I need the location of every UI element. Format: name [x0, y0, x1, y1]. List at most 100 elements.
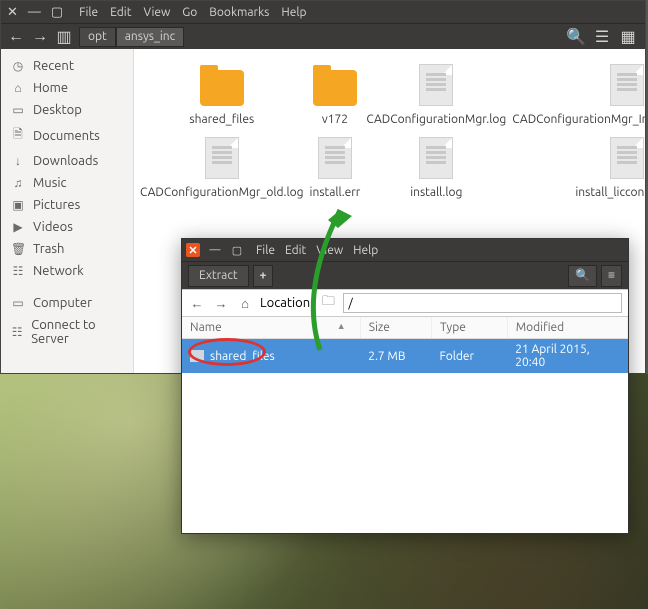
titlebar: ✕ — ▢ File Edit View Go Bookmarks Help — [1, 1, 645, 23]
location-label: Location: — [260, 296, 313, 310]
minimize-icon[interactable]: — — [208, 243, 222, 257]
location-input[interactable] — [343, 293, 622, 313]
menu-file[interactable]: File — [256, 244, 275, 257]
file-icon — [419, 64, 453, 106]
sidebar-item-computer[interactable]: ▭ Computer — [1, 292, 133, 314]
file-item[interactable]: CADConfigurationMgr.log — [364, 59, 508, 128]
cell-modified: 21 April 2015, 20:40 — [507, 339, 627, 374]
menu-view[interactable]: View — [316, 244, 343, 257]
maximize-icon[interactable]: ▢ — [51, 5, 63, 20]
sidebar-item-downloads[interactable]: ↓ Downloads — [1, 150, 133, 172]
file-item[interactable]: install.err — [308, 132, 363, 201]
table-row[interactable]: shared_files 2.7 MB Folder 21 April 2015… — [182, 339, 628, 374]
download-icon: ↓ — [11, 154, 25, 168]
back-button[interactable]: ← — [188, 296, 206, 311]
server-icon: ☷ — [11, 325, 23, 339]
network-icon: ☷ — [11, 264, 25, 278]
music-icon: ♫ — [11, 176, 25, 190]
file-icon — [610, 137, 644, 179]
sidebar-label: Computer — [33, 296, 92, 310]
file-item[interactable]: install.log — [364, 132, 508, 201]
col-type[interactable]: Type — [431, 317, 507, 339]
sidebar: ◷Recent ⌂Home ▭Desktop 🗎Documents ↓Downl… — [1, 49, 134, 373]
sidebar-item-network[interactable]: ☷Network — [1, 260, 133, 282]
file-label: shared_files — [140, 113, 304, 126]
file-item[interactable]: shared_files — [138, 59, 306, 128]
menu-bookmarks[interactable]: Bookmarks — [209, 6, 269, 19]
pictures-icon: ▣ — [11, 198, 25, 212]
menu-edit[interactable]: Edit — [110, 6, 131, 19]
menu-help[interactable]: Help — [281, 6, 306, 19]
close-icon[interactable]: ✕ — [186, 243, 200, 257]
menu-file[interactable]: File — [79, 6, 98, 19]
breadcrumb: opt ansys_inc — [79, 27, 184, 47]
file-item[interactable]: install_licconfig.log — [510, 132, 645, 201]
sidebar-item-home[interactable]: ⌂ Home — [1, 77, 133, 99]
col-name[interactable]: Name — [182, 317, 360, 339]
sidebar-label: Desktop — [33, 103, 82, 117]
archive-manager-window: ✕ — ▢ File Edit View Help Extract + 🔍 ≡ … — [181, 238, 629, 534]
menu-view[interactable]: View — [143, 6, 170, 19]
sidebar-label: Home — [33, 81, 68, 95]
file-label: CADConfigurationMgr_old.log — [140, 186, 304, 199]
search-icon[interactable]: 🔍 — [568, 265, 597, 287]
computer-icon: ▭ — [11, 296, 25, 310]
forward-button[interactable]: → — [29, 27, 51, 47]
home-icon[interactable]: ⌂ — [236, 296, 254, 311]
sidebar-item-videos[interactable]: ▶ Videos — [1, 216, 133, 238]
breadcrumb-opt[interactable]: opt — [79, 27, 116, 47]
sidebar-item-desktop[interactable]: ▭Desktop — [1, 99, 133, 121]
folder-icon — [313, 70, 357, 106]
extract-button[interactable]: Extract — [188, 265, 249, 287]
breadcrumb-ansys-inc[interactable]: ansys_inc — [116, 27, 184, 47]
forward-button[interactable]: → — [212, 296, 230, 311]
file-label: install_licconfig.log — [512, 186, 645, 199]
menu-edit[interactable]: Edit — [285, 244, 306, 257]
sidebar-item-documents[interactable]: 🗎Documents — [1, 121, 133, 150]
col-size[interactable]: Size — [360, 317, 431, 339]
documents-icon: 🗎 — [11, 125, 25, 146]
path-toggle-button[interactable]: ▥ — [53, 27, 75, 47]
sidebar-label: Downloads — [33, 154, 98, 168]
search-icon[interactable]: 🔍 — [565, 27, 587, 47]
sidebar-item-trash[interactable]: 🗑 Trash — [1, 238, 133, 260]
add-button[interactable]: + — [253, 265, 274, 287]
trash-icon: 🗑 — [11, 242, 25, 256]
sidebar-item-music[interactable]: ♫Music — [1, 172, 133, 194]
clock-icon: ◷ — [11, 59, 25, 73]
file-label: install.err — [310, 186, 361, 199]
file-icon — [205, 137, 239, 179]
sidebar-item-pictures[interactable]: ▣ Pictures — [1, 194, 133, 216]
file-item[interactable]: CADConfigurationMgr_old.log — [138, 132, 306, 201]
menubar: File Edit View Go Bookmarks Help — [79, 6, 306, 19]
close-icon[interactable]: ✕ — [7, 5, 18, 20]
folder-icon — [190, 350, 204, 362]
sidebar-label: Trash — [33, 242, 64, 256]
sidebar-label: Pictures — [33, 198, 80, 212]
col-modified[interactable]: Modified — [507, 317, 627, 339]
sidebar-label: Videos — [33, 220, 73, 234]
menu-go[interactable]: Go — [182, 6, 197, 19]
menu-icon[interactable]: ≡ — [601, 265, 622, 287]
file-label: CADConfigurationMgr_InputArguments.l... — [512, 113, 645, 126]
file-icon — [419, 137, 453, 179]
sidebar-item-connect-server[interactable]: ☷Connect to Server — [1, 314, 133, 350]
view-grid-icon[interactable]: ▦ — [617, 27, 639, 47]
sidebar-item-recent[interactable]: ◷Recent — [1, 55, 133, 77]
menubar: File Edit View Help — [256, 244, 378, 257]
menu-help[interactable]: Help — [353, 244, 378, 257]
file-item[interactable]: CADConfigurationMgr_InputArguments.l... — [510, 59, 645, 128]
view-list-icon[interactable]: ☰ — [591, 27, 613, 47]
maximize-icon[interactable]: ▢ — [230, 243, 244, 257]
folder-icon — [200, 70, 244, 106]
home-icon: ⌂ — [11, 81, 25, 95]
videos-icon: ▶ — [11, 220, 25, 234]
file-item[interactable]: v172 — [308, 59, 363, 128]
minimize-icon[interactable]: — — [28, 5, 41, 19]
file-label: install.log — [366, 186, 506, 199]
file-icon — [318, 137, 352, 179]
file-list-table: Name Size Type Modified shared_files 2.7… — [182, 317, 628, 373]
toolbar: ← → ▥ opt ansys_inc 🔍 ☰ ▦ — [1, 23, 645, 49]
file-label: v172 — [310, 113, 361, 126]
back-button[interactable]: ← — [5, 27, 27, 47]
